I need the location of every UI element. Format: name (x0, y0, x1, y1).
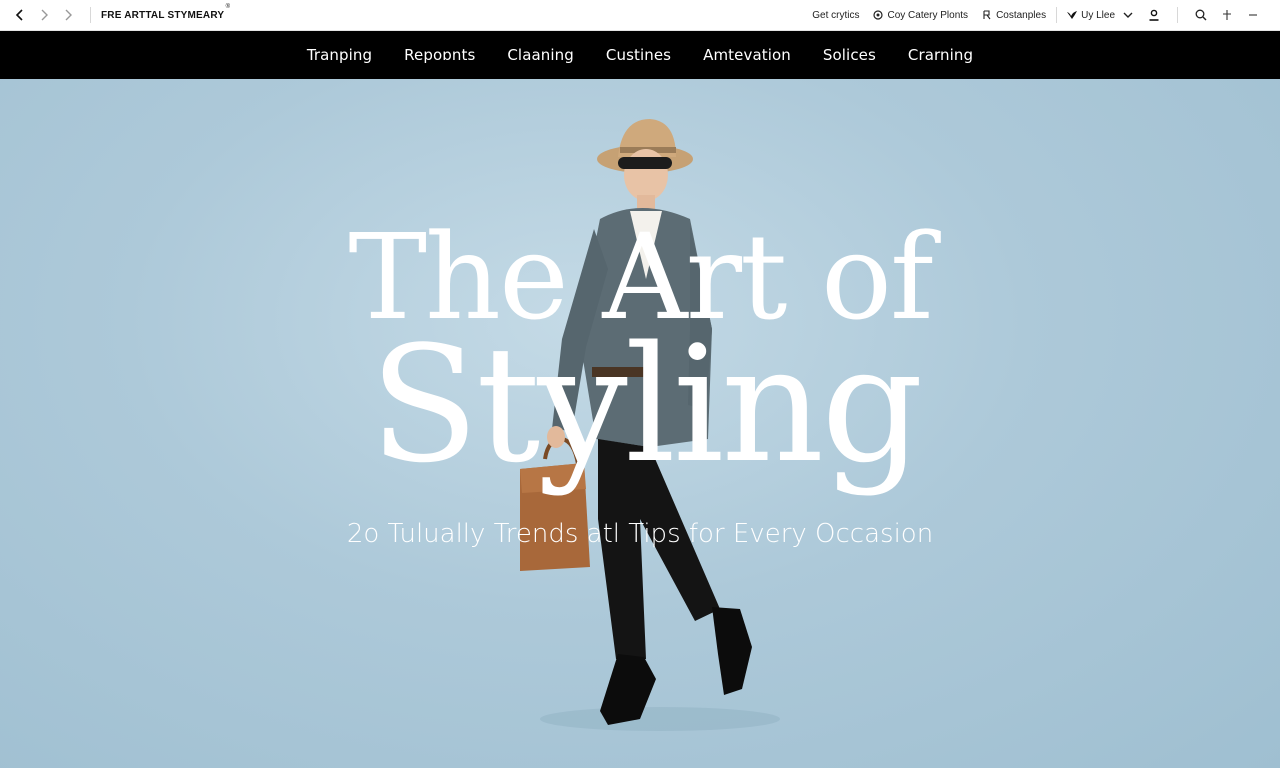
main-navigation: Tranping Repoɒnts Claaning Custines Amte… (0, 31, 1280, 79)
user-menu[interactable]: Uy Llee (1067, 10, 1115, 21)
site-title-text: FRE ARTTAL STYMEARY (101, 9, 225, 21)
utility-links: Get crytics Coy Catery Plonts Costanples… (798, 0, 1280, 31)
hero-subheadline: 2o Tulually Trends atl Tips for Every Oc… (346, 519, 934, 549)
hero-headline-line2: Styling (369, 311, 923, 498)
nav-item-solices[interactable]: Solices (823, 46, 876, 64)
search-icon (1195, 9, 1207, 21)
bird-icon (1067, 11, 1078, 19)
costamples-label: Costanples (996, 9, 1047, 21)
nav-item-crarning[interactable]: Crarning (908, 46, 973, 64)
account-button[interactable] (1141, 2, 1167, 28)
chevron-left-icon (15, 9, 23, 21)
nav-item-custines[interactable]: Custines (606, 46, 671, 64)
divider (1177, 7, 1178, 23)
add-button[interactable] (1214, 2, 1240, 28)
divider (1056, 7, 1058, 23)
site-title[interactable]: FRE ARTTAL STYMEARY ® (101, 4, 230, 21)
menu-button[interactable] (1240, 2, 1266, 28)
person-icon (1149, 9, 1159, 21)
get-links-label: Get crytics (812, 9, 860, 21)
categories-label: Coy Catery Plonts (887, 9, 969, 21)
chevron-down-icon (1123, 12, 1133, 18)
forward-button[interactable] (32, 3, 56, 27)
costamples-link[interactable]: Costanples (982, 10, 1046, 21)
nav-item-claaning[interactable]: Claaning (507, 46, 574, 64)
search-button[interactable] (1188, 2, 1214, 28)
tag-icon (983, 10, 991, 20)
top-utility-bar: FRE ARTTAL STYMEARY ® Get crytics Coy Cat… (0, 0, 1280, 31)
hero-banner: The Art of Styling 2o Tulually Trends at… (0, 79, 1280, 768)
minus-icon (1249, 14, 1257, 16)
back-button[interactable] (8, 3, 32, 27)
site-title-mark: ® (225, 3, 231, 10)
nav-item-tranping[interactable]: Tranping (307, 46, 372, 64)
forward-button-secondary[interactable] (56, 3, 80, 27)
categories-link[interactable]: Coy Catery Plonts (873, 10, 968, 21)
user-dropdown-button[interactable] (1115, 2, 1141, 28)
nav-item-reports[interactable]: Repoɒnts (404, 46, 475, 64)
browser-nav-arrows (0, 3, 80, 27)
divider (90, 7, 91, 23)
plus-icon (1223, 10, 1231, 20)
chevron-right-icon (65, 9, 72, 21)
user-label: Uy Llee (1081, 9, 1115, 21)
circle-icon (873, 10, 884, 20)
chevron-right-icon (41, 9, 48, 21)
nav-item-amtevation[interactable]: Amtevation (703, 46, 791, 64)
get-links-link[interactable]: Get crytics (812, 10, 859, 21)
